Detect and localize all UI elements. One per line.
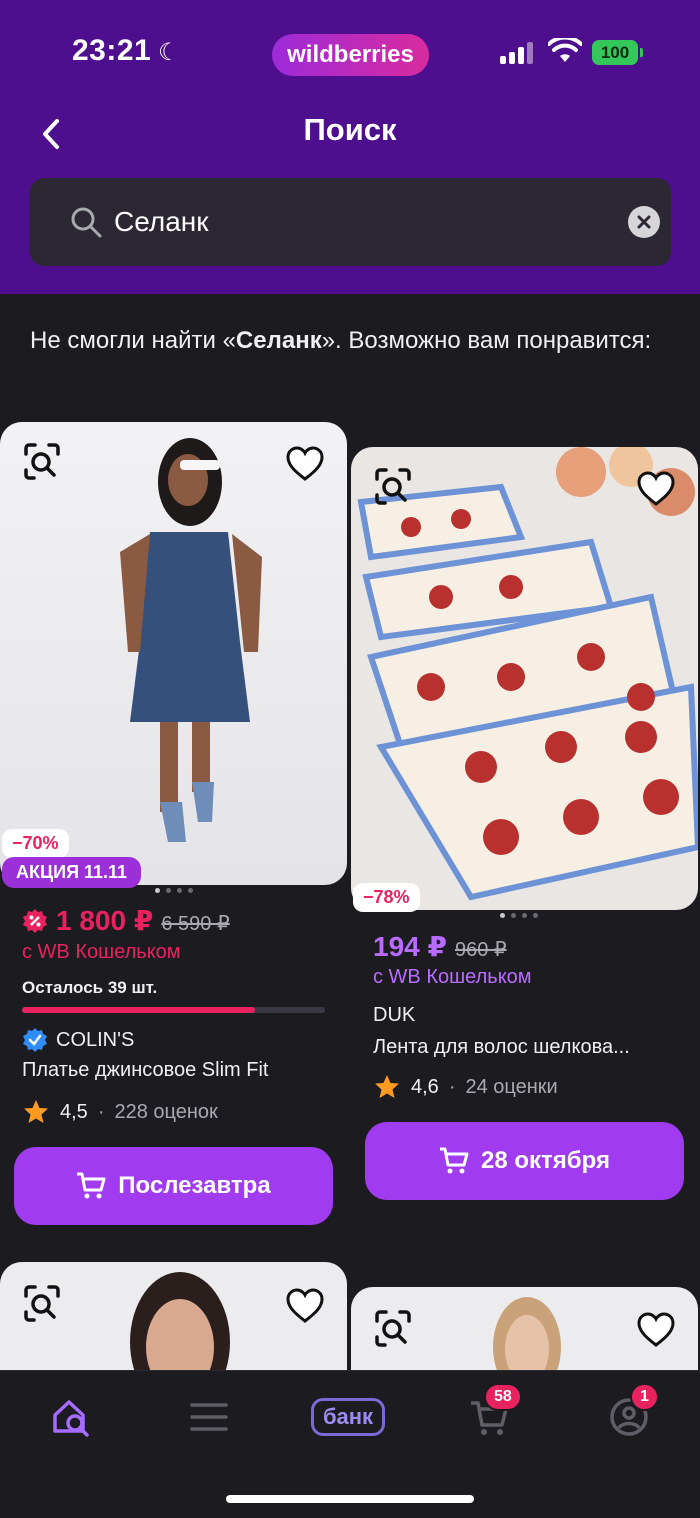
wifi-icon: [548, 38, 582, 62]
profile-notification-badge: 1: [630, 1383, 659, 1411]
wallet-note: с WB Кошельком: [373, 966, 532, 988]
product-name[interactable]: Платье джинсовое Slim Fit: [22, 1059, 332, 1082]
current-price: 194 ₽: [373, 931, 447, 962]
visual-search-icon[interactable]: [373, 467, 413, 507]
tab-catalog[interactable]: [174, 1389, 244, 1445]
tab-home-search[interactable]: [36, 1389, 106, 1445]
star-icon: [375, 1075, 399, 1098]
heart-icon[interactable]: [285, 1286, 325, 1326]
product-rating: 4,6 · 24 оценки: [373, 1073, 558, 1101]
signal-icon: [500, 42, 534, 64]
close-icon: [637, 215, 651, 229]
discount-badge: −70%: [2, 829, 69, 858]
cart-icon: [440, 1147, 469, 1174]
cart-count-badge: 58: [484, 1383, 522, 1411]
search-bar[interactable]: [30, 178, 671, 266]
top-header: 23:21 ☾ wildberries 100 Поиск: [0, 0, 700, 294]
visual-search-icon[interactable]: [22, 1284, 62, 1324]
product-image[interactable]: [0, 422, 347, 885]
brand-name[interactable]: DUK: [373, 1004, 415, 1027]
stock-note: Осталось 39 шт.: [22, 978, 158, 997]
wallet-note: с WB Кошельком: [22, 941, 181, 963]
heart-icon[interactable]: [285, 444, 325, 484]
battery-icon: 100: [592, 40, 643, 65]
old-price: 6 590 ₽: [161, 913, 230, 935]
page-title: Поиск: [303, 112, 397, 147]
price: 194 ₽ 960 ₽: [373, 930, 507, 963]
cart-icon: [77, 1172, 106, 1199]
tab-profile[interactable]: 1: [594, 1383, 664, 1445]
discount-badge: −78%: [353, 883, 420, 912]
tab-bank[interactable]: банк: [300, 1389, 396, 1445]
stock-bar: [22, 1007, 325, 1013]
promo-badge: АКЦИЯ 11.11: [2, 857, 142, 888]
product-rating: 4,5 · 228 оценок: [22, 1098, 218, 1126]
image-pagination: [155, 888, 193, 893]
status-bar: 23:21 ☾ wildberries 100: [0, 0, 700, 100]
heart-icon[interactable]: [636, 1310, 676, 1350]
query-text: Селанк: [235, 327, 322, 354]
visual-search-icon[interactable]: [22, 442, 62, 482]
heart-icon[interactable]: [636, 469, 676, 509]
star-icon: [24, 1100, 48, 1123]
home-search-icon: [53, 1400, 89, 1437]
status-time: 23:21: [72, 34, 152, 67]
add-to-cart-button[interactable]: 28 октября: [365, 1122, 684, 1200]
product-image[interactable]: [351, 447, 698, 910]
tab-cart[interactable]: 58: [454, 1383, 524, 1445]
old-price: 960 ₽: [454, 939, 507, 961]
not-found-message: Не смогли найти «Селанк». Возможно вам п…: [30, 327, 652, 354]
moon-icon: ☾: [158, 39, 180, 66]
current-price: 1 800 ₽: [56, 905, 154, 936]
brand-name[interactable]: COLIN'S: [22, 1027, 134, 1053]
visual-search-icon[interactable]: [373, 1309, 413, 1349]
verified-icon: [23, 1028, 47, 1052]
price: 1 800 ₽ 6 590 ₽: [22, 904, 230, 937]
add-to-cart-button[interactable]: Послезавтра: [14, 1147, 333, 1225]
home-indicator: [226, 1495, 474, 1503]
stock-bar-fill: [22, 1007, 256, 1013]
search-input[interactable]: [114, 202, 614, 242]
search-icon: [71, 207, 102, 238]
brand-logo[interactable]: wildberries: [272, 34, 429, 76]
product-photo-scarf: [357, 447, 698, 901]
product-name[interactable]: Лента для волос шелкова...: [373, 1036, 683, 1059]
product-photo-dress: [120, 438, 262, 842]
image-pagination: [500, 913, 538, 918]
menu-icon: [190, 1403, 228, 1431]
bank-icon: банк: [310, 1398, 386, 1436]
clear-search-button[interactable]: [628, 206, 660, 238]
discount-icon: [23, 908, 47, 933]
